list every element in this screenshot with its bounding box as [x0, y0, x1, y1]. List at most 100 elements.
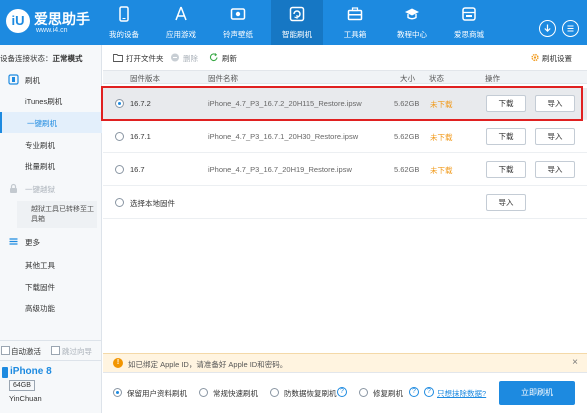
delete-icon	[171, 53, 179, 62]
help-icon[interactable]: ?	[337, 387, 347, 397]
anti-recovery-label: 防数据恢复刷机	[284, 389, 337, 398]
sidebar-item-one-click-flash[interactable]: 一键刷机	[0, 112, 102, 133]
col-size: 大小	[400, 74, 415, 83]
nav-label: 我的设备	[109, 30, 139, 39]
start-flash-button[interactable]: 立即刷机	[499, 381, 575, 405]
nav-tutorials[interactable]: 教程中心	[386, 0, 438, 45]
sidebar-section-jailbreak: 一键越狱	[0, 179, 102, 199]
firmware-radio[interactable]	[115, 132, 124, 141]
firmware-table-header: 固件版本 固件名称 大小 状态 操作	[103, 70, 587, 84]
sidebar-section-label: 刷机	[25, 76, 40, 85]
store-icon	[462, 7, 476, 21]
sidebar-item-label: 高级功能	[25, 304, 55, 313]
jailbreak-moved-note[interactable]: 越狱工具已转移至工具箱	[17, 201, 97, 228]
col-action: 操作	[485, 74, 500, 83]
download-button[interactable]: 下载	[486, 161, 526, 178]
folder-icon	[113, 54, 123, 62]
nav-label: 教程中心	[397, 30, 427, 39]
nav-ringtones[interactable]: 铃声壁纸	[212, 0, 264, 45]
import-button[interactable]: 导入	[535, 161, 575, 178]
import-local-button[interactable]: 导入	[486, 194, 526, 211]
firmware-status: 未下载	[430, 133, 453, 142]
quick-flash-label: 常规快速刷机	[213, 389, 258, 398]
nav-label: 智能刷机	[282, 30, 312, 39]
sidebar-item-label: iTunes刷机	[25, 97, 63, 106]
close-icon[interactable]: ×	[572, 357, 578, 368]
sidebar-section-label: 一键越狱	[25, 185, 55, 194]
download-button[interactable]: 下载	[486, 128, 526, 145]
sidebar-item-label: 专业刷机	[25, 141, 55, 150]
sidebar-item-batch-flash[interactable]: 批量刷机	[0, 155, 102, 176]
refresh-button[interactable]: 刷新	[222, 53, 237, 64]
flash-section-icon	[8, 74, 19, 85]
sidebar-item-pro-flash[interactable]: 专业刷机	[0, 134, 102, 155]
nav-apps[interactable]: 应用游戏	[155, 0, 207, 45]
nav-label: 工具箱	[343, 30, 367, 39]
skip-guide-checkbox[interactable]	[51, 346, 60, 355]
download-icon	[544, 24, 551, 33]
nav-label: 爱思商城	[454, 30, 484, 39]
skip-guide-label: 跳过向导	[62, 347, 92, 356]
apps-icon	[175, 6, 187, 21]
logo-mark-icon: iU	[6, 9, 30, 33]
warning-icon: !	[113, 358, 123, 368]
import-button[interactable]: 导入	[535, 128, 575, 145]
flash-settings-button[interactable]: 刷机设置	[542, 53, 572, 64]
sidebar-section-label: 更多	[25, 238, 40, 247]
anti-recovery-radio[interactable]	[270, 388, 279, 397]
flash-icon	[289, 6, 305, 22]
jailbreak-moved-text: 越狱工具已转移至工具箱	[31, 206, 94, 223]
app-logo: iU 爱思助手 www.i4.cn	[6, 6, 106, 40]
keep-data-label: 保留用户资料刷机	[127, 389, 187, 398]
lock-icon	[10, 183, 17, 193]
flash-options-bar: 保留用户资料刷机 常规快速刷机 防数据恢复刷机 ? 修复刷机 ? ? 只想抹除数…	[103, 372, 587, 413]
device-info[interactable]: iPhone 8 64GB YinChuan	[0, 360, 102, 413]
local-firmware-row[interactable]: 选择本地固件 导入	[103, 187, 587, 219]
logo-title: 爱思助手	[34, 11, 90, 27]
download-manager-button[interactable]	[539, 20, 556, 37]
sidebar-options: 自动激活 跳过向导	[0, 340, 102, 358]
firmware-name: iPhone_4.7_P3_16.7_20H19_Restore.ipsw	[208, 165, 352, 174]
nav-store[interactable]: 爱思商城	[443, 0, 495, 45]
sidebar-section-more[interactable]: 更多	[0, 232, 102, 252]
erase-only-link[interactable]: 只想抹除数据?	[437, 388, 486, 399]
open-folder-button[interactable]: 打开文件夹	[126, 53, 164, 64]
sidebar-item-download-firmware[interactable]: 下载固件	[0, 276, 102, 297]
nav-label: 应用游戏	[166, 30, 196, 39]
nav-toolbox[interactable]: 工具箱	[329, 0, 381, 45]
repair-flash-radio[interactable]	[359, 388, 368, 397]
sidebar-item-label: 下载固件	[25, 283, 55, 292]
menu-button[interactable]	[562, 20, 579, 37]
sidebar-item-advanced[interactable]: 高级功能	[0, 297, 102, 318]
sidebar-item-label: 批量刷机	[25, 162, 55, 171]
help-icon[interactable]: ?	[424, 387, 434, 397]
local-firmware-label: 选择本地固件	[130, 199, 175, 208]
auto-activate-label: 自动激活	[11, 347, 41, 356]
col-version: 固件版本	[130, 74, 160, 83]
sidebar-item-itunes-flash[interactable]: iTunes刷机	[0, 90, 102, 111]
auto-activate-checkbox[interactable]	[1, 346, 10, 355]
nav-my-device[interactable]: 我的设备	[98, 0, 150, 45]
keep-data-radio[interactable]	[113, 388, 122, 397]
nav-smart-flash[interactable]: 智能刷机	[271, 0, 323, 45]
toolbox-icon	[347, 7, 363, 21]
firmware-radio[interactable]	[115, 165, 124, 174]
firmware-size: 5.62GB	[394, 132, 420, 141]
selection-highlight-frame	[101, 86, 583, 121]
sidebar-item-other-tools[interactable]: 其他工具	[0, 254, 102, 275]
firmware-name: iPhone_4.7_P3_16.7.1_20H30_Restore.ipsw	[208, 132, 359, 141]
sidebar-item-label: 一键刷机	[27, 119, 57, 128]
gear-icon	[531, 53, 539, 62]
firmware-row[interactable]: 16.7.1 iPhone_4.7_P3_16.7.1_20H30_Restor…	[103, 121, 587, 153]
quick-flash-radio[interactable]	[199, 388, 208, 397]
delete-button[interactable]: 删除	[183, 53, 198, 64]
repair-flash-label: 修复刷机	[373, 389, 403, 398]
help-icon[interactable]: ?	[409, 387, 419, 397]
local-firmware-radio[interactable]	[115, 198, 124, 207]
sidebar-section-flash[interactable]: 刷机	[0, 70, 102, 90]
firmware-row[interactable]: 16.7 iPhone_4.7_P3_16.7_20H19_Restore.ip…	[103, 154, 587, 186]
firmware-status: 未下载	[430, 166, 453, 175]
ringtone-icon	[230, 8, 246, 20]
notice-bar: ! 如已绑定 Apple ID，请准备好 Apple ID和密码。 ×	[103, 353, 587, 372]
firmware-size: 5.62GB	[394, 165, 420, 174]
